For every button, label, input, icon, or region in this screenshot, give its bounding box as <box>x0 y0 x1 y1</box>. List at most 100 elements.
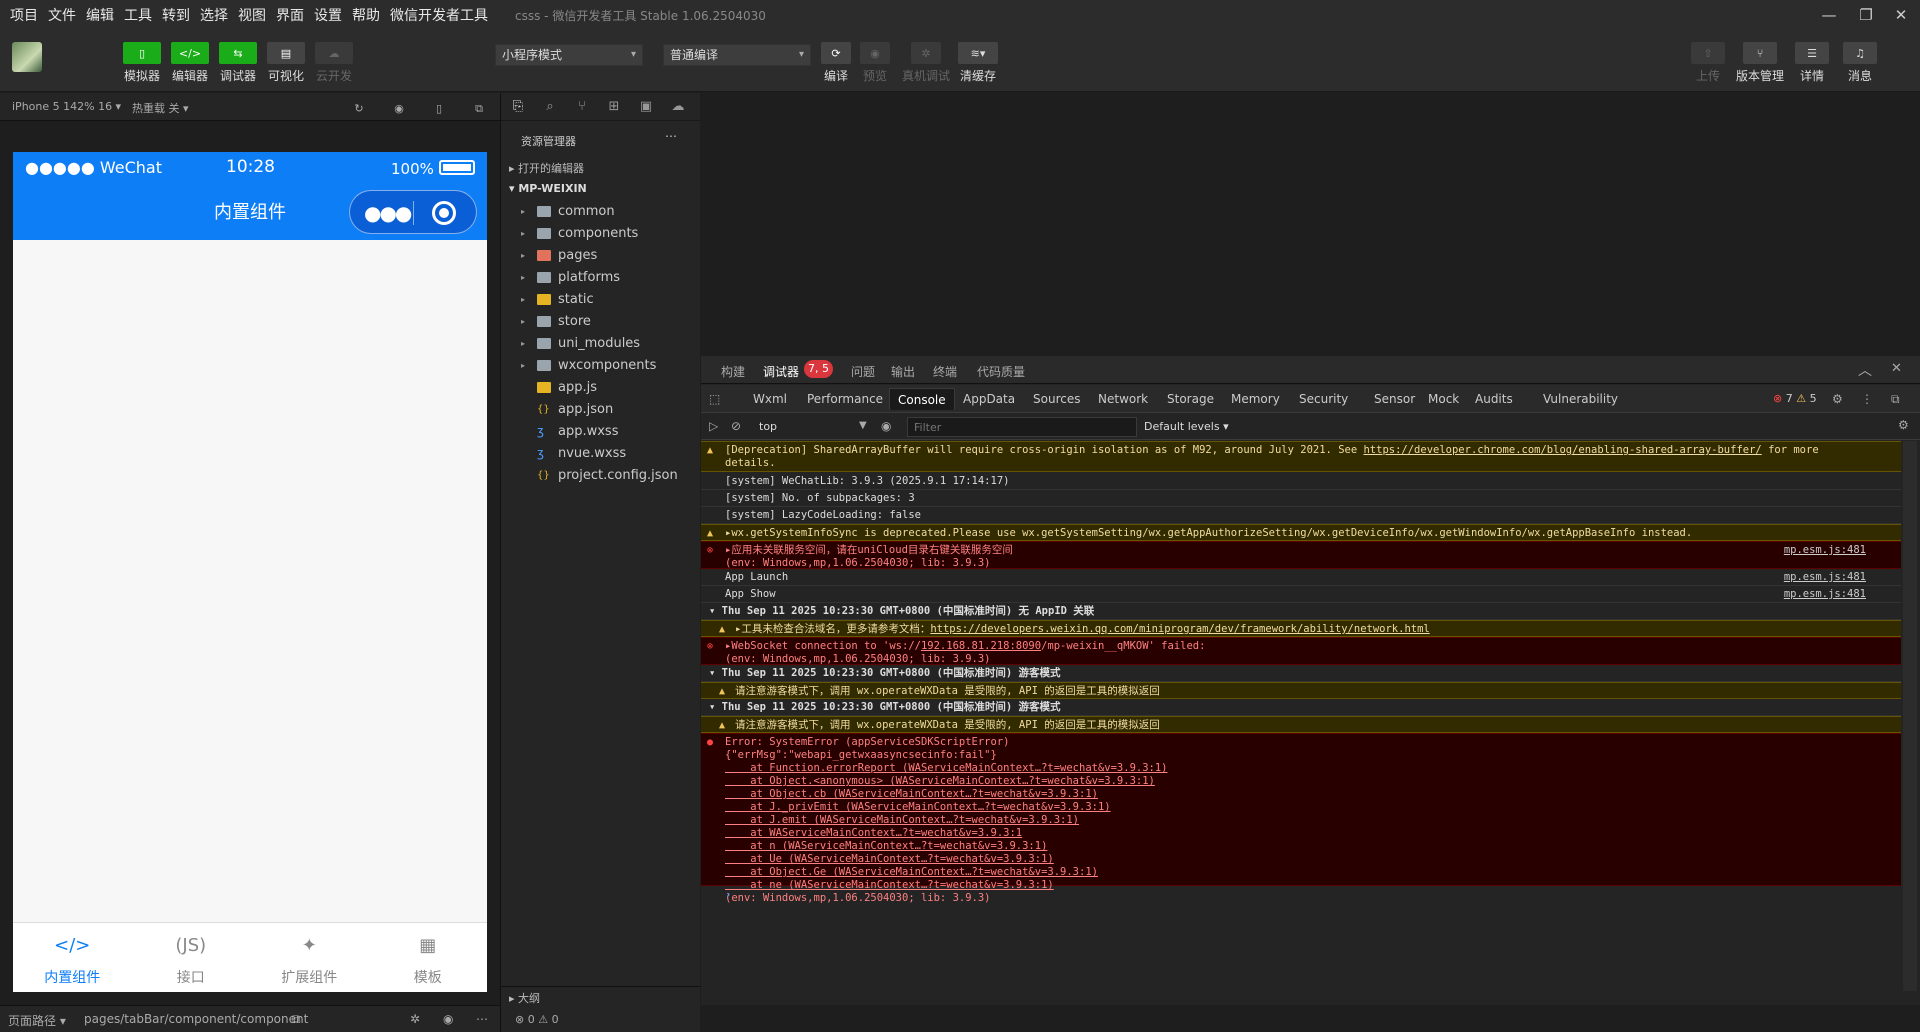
console-scrollbar[interactable] <box>1903 441 1917 991</box>
simulator-button[interactable]: ▯ 模拟器 <box>122 42 162 84</box>
tab-network[interactable]: Network <box>1098 392 1148 406</box>
link[interactable]: https://developer.chrome.com/blog/enabli… <box>1363 444 1761 456</box>
console-group[interactable]: ▾ Thu Sep 11 2025 10:23:30 GMT+0800 (中国标… <box>701 665 1901 682</box>
version-button[interactable]: ⑂ 版本管理 <box>1736 42 1784 84</box>
menu-edit[interactable]: 编辑 <box>86 5 114 25</box>
restore-icon[interactable]: ❐ <box>1855 4 1877 26</box>
tab-storage[interactable]: Storage <box>1167 392 1214 406</box>
detach-icon[interactable]: ⧉ <box>470 100 488 118</box>
eye-icon[interactable]: ◉ <box>881 419 891 433</box>
real-debug-button[interactable]: ✲ 真机调试 <box>902 42 950 84</box>
context-select[interactable]: top <box>759 420 777 433</box>
tab-performance[interactable]: Performance <box>807 392 883 406</box>
rotate-icon[interactable]: ↻ <box>350 100 368 118</box>
folder-common[interactable]: ▸ common <box>501 201 701 223</box>
file-app-js[interactable]: app.js <box>501 377 701 399</box>
console-prompt[interactable]: › <box>701 888 1901 905</box>
folder-static[interactable]: ▸ static <box>501 289 701 311</box>
visual-button[interactable]: ▤ 可视化 <box>266 42 306 84</box>
copy-icon[interactable]: ⧉ <box>292 1012 301 1027</box>
tab-mock[interactable]: Mock <box>1428 392 1459 406</box>
link[interactable]: 192.168.81.218:8090 <box>921 640 1041 652</box>
tab-console[interactable]: Console <box>889 388 955 410</box>
dock-icon[interactable]: ⧉ <box>1891 392 1900 407</box>
console-group[interactable]: ▾ Thu Sep 11 2025 10:23:30 GMT+0800 (中国标… <box>701 603 1901 620</box>
phone-frame-icon[interactable]: ▯ <box>430 100 448 118</box>
more-dots-icon[interactable]: ⋯ <box>665 129 677 143</box>
source-control-icon[interactable]: ⑂ <box>573 98 591 116</box>
tab-build[interactable]: 构建 <box>721 363 745 380</box>
eye-icon[interactable]: ◉ <box>443 1012 453 1026</box>
tab-output[interactable]: 输出 <box>891 363 915 380</box>
tab-api[interactable]: (JS) 接口 <box>132 923 251 992</box>
tab-templates[interactable]: ▦ 模板 <box>369 923 488 992</box>
clear-cache-button[interactable]: ≋▾ 清缓存 <box>958 42 998 84</box>
source-link[interactable]: mp.esm.js:481 <box>1784 588 1866 601</box>
link[interactable]: https://developers.weixin.qq.com/minipro… <box>930 623 1429 635</box>
search-icon[interactable]: ⌕ <box>541 98 559 116</box>
close-window-icon[interactable]: ✕ <box>1890 4 1912 26</box>
console-settings-icon[interactable]: ⚙ <box>1898 418 1909 432</box>
project-section[interactable]: ▾ MP-WEIXIN <box>509 182 587 195</box>
tab-memory[interactable]: Memory <box>1231 392 1280 406</box>
file-app-wxss[interactable]: ʒ app.wxss <box>501 421 701 443</box>
folder-uni-modules[interactable]: ▸ uni_modules <box>501 333 701 355</box>
file-app-json[interactable]: {} app.json <box>501 399 701 421</box>
close-panel-icon[interactable]: ✕ <box>1891 361 1902 376</box>
source-link[interactable]: mp.esm.js:481 <box>1784 571 1866 584</box>
device-select[interactable]: iPhone 5 142% 16 ▾ <box>12 100 121 113</box>
menu-project[interactable]: 项目 <box>10 5 38 25</box>
more-dots-icon[interactable]: ⋯ <box>476 1012 488 1026</box>
messages-button[interactable]: ♫ 消息 <box>1840 42 1880 84</box>
open-editors-section[interactable]: ▸ 打开的编辑器 <box>509 160 584 176</box>
menu-interface[interactable]: 界面 <box>276 5 304 25</box>
avatar[interactable] <box>12 42 42 72</box>
cloud-button[interactable]: ☁ 云开发 <box>314 42 354 84</box>
sidebar-toggle-icon[interactable]: ▷ <box>709 419 718 433</box>
mode-select[interactable]: 小程序模式 <box>495 44 643 66</box>
editor-button[interactable]: </> 编辑器 <box>170 42 210 84</box>
tab-audits[interactable]: Audits <box>1475 392 1513 406</box>
menu-goto[interactable]: 转到 <box>162 5 190 25</box>
extensions-icon[interactable]: ⊞ <box>605 98 623 116</box>
editor-area[interactable] <box>701 93 1920 355</box>
clear-console-icon[interactable]: ⊘ <box>731 419 741 433</box>
hot-reload-select[interactable]: 热重载 关 ▾ <box>132 100 189 116</box>
outline-section[interactable]: ▸ 大纲 <box>501 986 701 1006</box>
file-nvue-wxss[interactable]: ʒ nvue.wxss <box>501 443 701 465</box>
tab-builtin-components[interactable]: </> 内置组件 <box>13 923 132 992</box>
settings-bug-icon[interactable]: ✲ <box>410 1012 420 1026</box>
inspect-icon[interactable]: ⬚ <box>709 392 720 406</box>
cloud-icon[interactable]: ☁ <box>669 98 687 116</box>
levels-select[interactable]: Default levels ▾ <box>1144 420 1229 433</box>
page-path-label[interactable]: 页面路径 ▾ <box>8 1012 66 1029</box>
menu-file[interactable]: 文件 <box>48 5 76 25</box>
tab-vulnerability[interactable]: Vulnerability <box>1543 392 1618 406</box>
menu-settings[interactable]: 设置 <box>314 5 342 25</box>
close-capsule-icon[interactable] <box>432 201 456 225</box>
folder-platforms[interactable]: ▸ platforms <box>501 267 701 289</box>
capsule-button[interactable]: ●●● <box>349 190 477 234</box>
gear-icon[interactable]: ⚙ <box>1832 392 1843 406</box>
tab-debugger[interactable]: 调试器 <box>763 363 799 380</box>
menu-wechat-devtools[interactable]: 微信开发者工具 <box>390 5 488 25</box>
tab-extended-components[interactable]: ✦ 扩展组件 <box>250 923 369 992</box>
menu-help[interactable]: 帮助 <box>352 5 380 25</box>
more-icon[interactable]: ●●● <box>364 201 412 225</box>
menu-view[interactable]: 视图 <box>238 5 266 25</box>
source-link[interactable]: mp.esm.js:481 <box>1784 544 1866 557</box>
tab-problems[interactable]: 问题 <box>851 363 875 380</box>
console-group[interactable]: ▾ Thu Sep 11 2025 10:23:30 GMT+0800 (中国标… <box>701 699 1901 716</box>
folder-wxcomponents[interactable]: ▸ wxcomponents <box>501 355 701 377</box>
minimize-icon[interactable]: — <box>1818 4 1840 26</box>
collapse-icon[interactable]: ︿ <box>1858 360 1872 380</box>
files-icon[interactable]: ⎘ <box>509 98 527 116</box>
folder-pages[interactable]: ▸ pages <box>501 245 701 267</box>
tab-wxml[interactable]: Wxml <box>753 392 787 406</box>
kebab-icon[interactable]: ⋮ <box>1861 392 1873 406</box>
details-button[interactable]: ☰ 详情 <box>1792 42 1832 84</box>
panel-icon[interactable]: ▣ <box>637 98 655 116</box>
tab-sensor[interactable]: Sensor <box>1374 392 1415 406</box>
tab-security[interactable]: Security <box>1299 392 1348 406</box>
compile-select[interactable]: 普通编译 <box>663 44 811 66</box>
